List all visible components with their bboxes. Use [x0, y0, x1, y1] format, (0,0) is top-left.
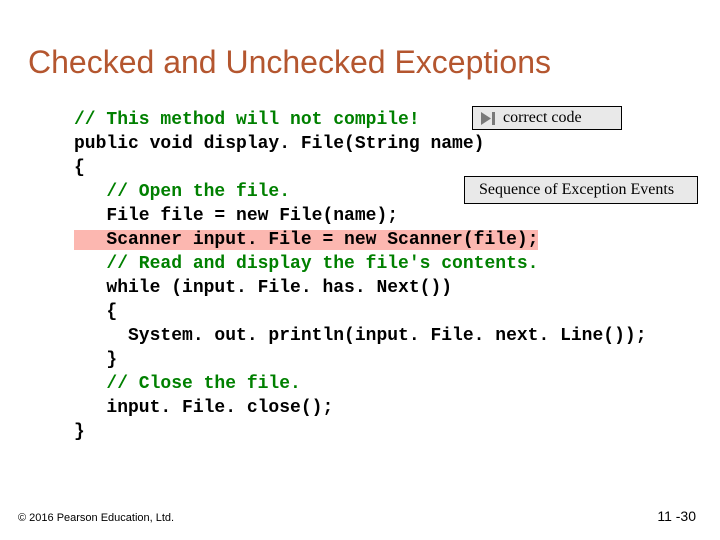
correct-code-button[interactable]: correct code: [472, 106, 622, 130]
slide-number: 11 -30: [657, 508, 696, 524]
code-line: while (input. File. has. Next()): [74, 278, 452, 298]
code-comment: // Open the file.: [74, 182, 290, 202]
code-comment: // This method will not compile!: [74, 110, 420, 130]
code-line-highlight: Scanner input. File = new Scanner(file);: [74, 230, 538, 250]
exception-events-button[interactable]: Sequence of Exception Events: [464, 176, 698, 204]
code-block: // This method will not compile! public …: [74, 108, 647, 444]
button-label: Sequence of Exception Events: [479, 181, 674, 199]
slide-title: Checked and Unchecked Exceptions: [28, 44, 551, 81]
code-comment: // Read and display the file's contents.: [74, 254, 538, 274]
code-line: }: [74, 350, 117, 370]
slide: Checked and Unchecked Exceptions // This…: [0, 0, 720, 540]
code-line: System. out. println(input. File. next. …: [74, 326, 647, 346]
code-line: {: [74, 158, 85, 178]
play-icon: [481, 112, 497, 125]
code-line: public void display. File(String name): [74, 134, 484, 154]
code-line: }: [74, 422, 85, 442]
code-line: File file = new File(name);: [74, 206, 398, 226]
code-line: input. File. close();: [74, 398, 333, 418]
code-comment: // Close the file.: [74, 374, 301, 394]
code-line: {: [74, 302, 117, 322]
copyright: © 2016 Pearson Education, Ltd.: [18, 512, 174, 524]
button-label: correct code: [503, 109, 582, 127]
